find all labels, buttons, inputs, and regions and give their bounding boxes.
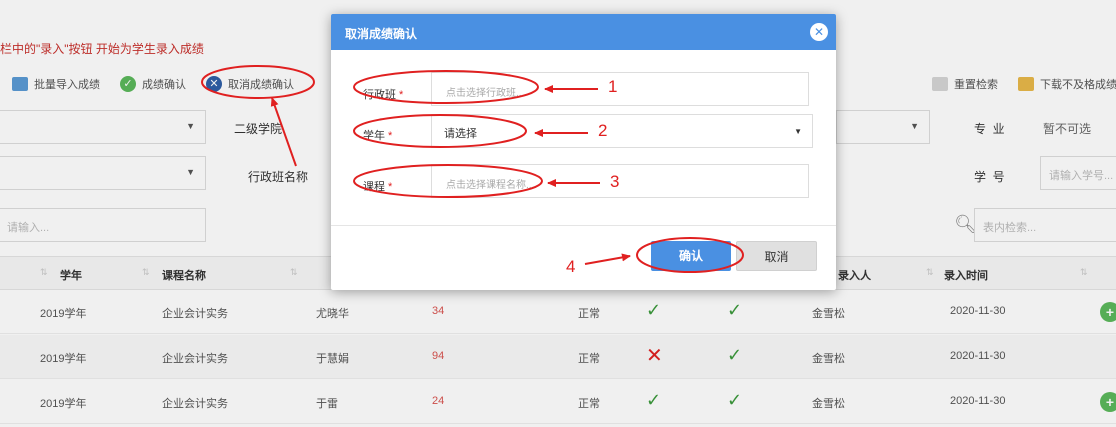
course-label-text: 课程 (363, 181, 385, 193)
required-star: * (388, 130, 393, 142)
confirm-button[interactable]: 确认 (651, 241, 731, 271)
chevron-down-icon: ▼ (794, 127, 802, 136)
close-icon[interactable]: ✕ (810, 23, 828, 41)
grade-management-page: 栏中的"录入"按钮 开始为学生录入成绩 批量导入成绩 ✓ 成绩确认 ✕ 取消成绩… (0, 0, 1116, 427)
course-placeholder: 点击选择课程名称... (446, 180, 535, 191)
dialog-divider (331, 225, 836, 226)
year-selected-value: 请选择 (444, 128, 477, 140)
class-placeholder: 点击选择行政班... (446, 88, 525, 99)
class-select-field[interactable]: 点击选择行政班... (431, 72, 809, 106)
required-star: * (399, 89, 404, 101)
year-field-label: 学年 * (363, 127, 392, 143)
required-star: * (388, 181, 393, 193)
annotation-number-2: 2 (598, 121, 608, 140)
year-label-text: 学年 (363, 130, 385, 142)
annotation-number-1: 1 (608, 77, 618, 96)
annotation-number-3: 3 (610, 172, 620, 191)
dialog-header: 取消成绩确认 ✕ (331, 14, 836, 50)
course-field-label: 课程 * (363, 178, 392, 194)
cancel-grade-confirm-dialog: 取消成绩确认 ✕ 行政班 * 点击选择行政班... 学年 * 请选择 ▼ 课程 * 点… (331, 14, 836, 290)
cancel-button[interactable]: 取消 (736, 241, 817, 271)
dialog-title: 取消成绩确认 (345, 27, 418, 41)
class-label-text: 行政班 (363, 89, 396, 101)
annotation-number-4: 4 (566, 257, 576, 276)
course-select-field[interactable]: 点击选择课程名称... (431, 164, 809, 198)
year-select[interactable]: 请选择 ▼ (431, 114, 813, 148)
class-field-label: 行政班 * (363, 86, 403, 102)
